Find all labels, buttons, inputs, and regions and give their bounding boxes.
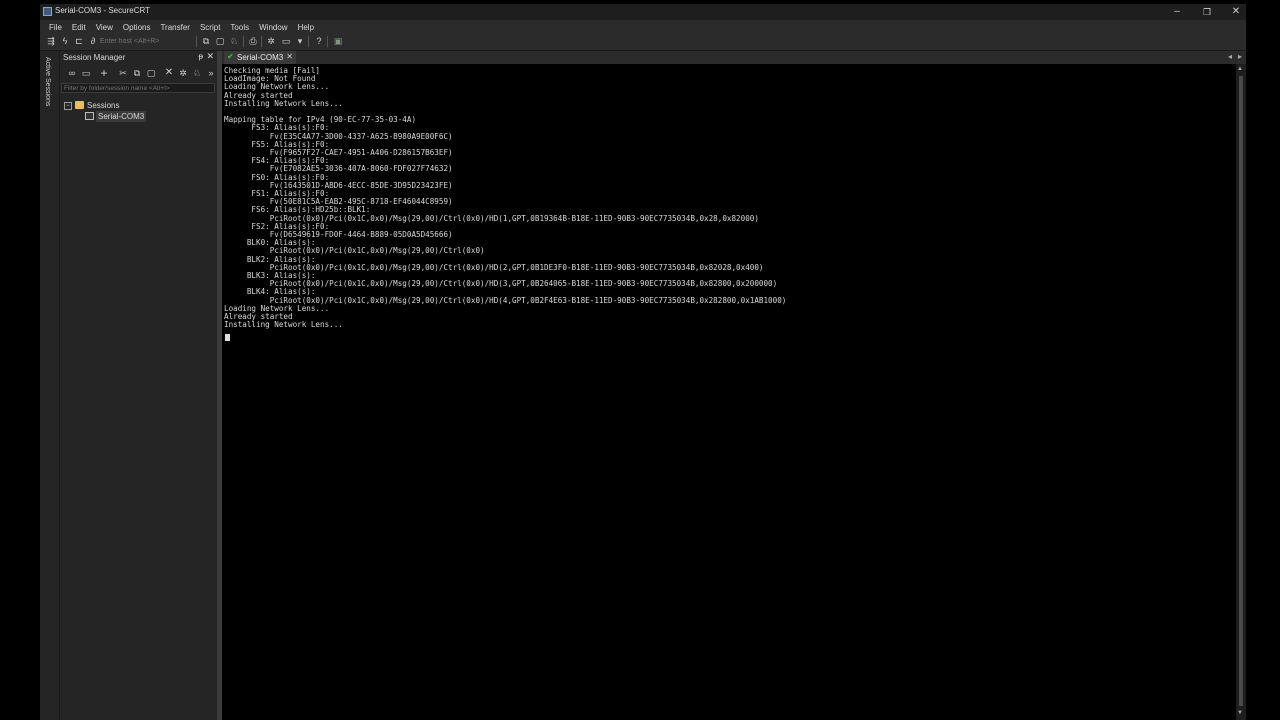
new-session-icon[interactable]: + bbox=[99, 67, 109, 79]
session-label: Serial-COM3 bbox=[96, 111, 147, 122]
terminal-cursor bbox=[225, 334, 230, 341]
session-manager-header: Session Manager ᵽ ✕ bbox=[60, 51, 217, 64]
session-manager-close-icon[interactable]: ✕ bbox=[206, 51, 214, 62]
folder-label: Sessions bbox=[87, 101, 120, 110]
tab-close-icon[interactable]: ✕ bbox=[286, 52, 293, 61]
main-toolbar: ⇶ ϟ ⊏ ∂ ⧉ ▢ ♘ ⎙ ✲ ▭ ▾ ? ▣ bbox=[40, 33, 1246, 51]
scroll-up-icon[interactable]: ▲ bbox=[1237, 66, 1243, 72]
menu-view[interactable]: View bbox=[91, 20, 118, 33]
close-button[interactable]: ✕ bbox=[1221, 4, 1251, 20]
tab-scroll-right-icon[interactable]: ▸ bbox=[1238, 52, 1242, 61]
menu-tools[interactable]: Tools bbox=[225, 20, 254, 33]
active-sessions-tab[interactable]: Active Sessions bbox=[44, 57, 51, 106]
menu-file[interactable]: File bbox=[40, 20, 67, 33]
session-icon bbox=[85, 112, 94, 120]
terminal-scrollbar[interactable]: ▲ ▼ bbox=[1236, 64, 1246, 720]
copy-icon[interactable]: ⧉ bbox=[201, 36, 211, 46]
scroll-down-icon[interactable]: ▼ bbox=[1237, 710, 1243, 716]
filter-icon[interactable]: ▾ bbox=[295, 36, 305, 46]
menu-help[interactable]: Help bbox=[293, 20, 319, 33]
print-icon[interactable]: ⎙ bbox=[248, 36, 258, 46]
terminal-line: Installing Network Lens... bbox=[224, 98, 343, 108]
terminal-line: Installing Network Lens... bbox=[224, 320, 343, 330]
menu-window[interactable]: Window bbox=[254, 20, 292, 33]
keymap-icon[interactable]: ▭ bbox=[281, 36, 291, 46]
terminal-view[interactable]: Checking media [Fail] LoadImage: Not Fou… bbox=[222, 64, 1236, 720]
menu-transfer[interactable]: Transfer bbox=[155, 20, 195, 33]
menu-options[interactable]: Options bbox=[118, 20, 156, 33]
menu-bar: File Edit View Options Transfer Script T… bbox=[40, 20, 1246, 33]
maximize-button[interactable]: ❐ bbox=[1192, 4, 1222, 20]
toolbar-separator bbox=[308, 36, 309, 47]
link-icon[interactable]: ∞ bbox=[67, 68, 77, 78]
menu-script[interactable]: Script bbox=[195, 20, 225, 33]
app-icon bbox=[43, 7, 52, 16]
more-icon[interactable]: » bbox=[206, 68, 216, 78]
quick-connect-icon[interactable]: ϟ bbox=[60, 36, 70, 46]
terminal-output: Checking media [Fail] LoadImage: Not Fou… bbox=[224, 66, 786, 330]
copy-session-icon[interactable]: ⧉ bbox=[132, 68, 142, 78]
connect-in-tab-icon[interactable]: ⊏ bbox=[74, 36, 84, 46]
toolbar-separator bbox=[243, 36, 244, 47]
tree-session-serial-com3[interactable]: Serial-COM3 bbox=[60, 111, 217, 122]
pin-icon[interactable]: ᵽ bbox=[199, 52, 203, 61]
connect-icon[interactable]: ⇶ bbox=[46, 36, 56, 46]
session-manager-title: Session Manager bbox=[63, 53, 126, 62]
toolbar-separator bbox=[196, 36, 197, 47]
session-filter-input[interactable] bbox=[61, 83, 215, 93]
toolbar-separator bbox=[327, 36, 328, 47]
toolbar-separator bbox=[261, 36, 262, 47]
delete-icon[interactable]: ✕ bbox=[164, 68, 174, 78]
securecrt-window: Serial-COM3 - SecureCRT – ❐ ✕ File Edit … bbox=[40, 4, 1246, 720]
host-input[interactable] bbox=[100, 36, 192, 46]
reconnect-icon[interactable]: ∂ bbox=[88, 36, 98, 46]
tab-scroll-left-icon[interactable]: ◂ bbox=[1228, 52, 1232, 61]
window-title: Serial-COM3 - SecureCRT bbox=[55, 6, 150, 15]
sftp-icon[interactable]: ▣ bbox=[333, 36, 343, 46]
session-manager-panel: Session Manager ᵽ ✕ ∞ ▭ + ✂ ⧉ ▢ ✕ ✲ ♘ » … bbox=[60, 51, 217, 720]
scroll-thumb[interactable] bbox=[1239, 76, 1243, 706]
minimize-button[interactable]: – bbox=[1162, 4, 1192, 20]
find-session-icon[interactable]: ♘ bbox=[192, 68, 202, 78]
paste-session-icon[interactable]: ▢ bbox=[146, 68, 156, 78]
cut-icon[interactable]: ✂ bbox=[118, 68, 128, 78]
tab-label: Serial-COM3 bbox=[237, 53, 284, 62]
active-sessions-strip: Active Sessions bbox=[40, 51, 60, 720]
connect-tab-icon[interactable]: ▭ bbox=[81, 68, 91, 78]
paste-icon[interactable]: ▢ bbox=[215, 36, 225, 46]
folder-icon bbox=[75, 101, 84, 109]
collapse-icon[interactable]: − bbox=[64, 102, 72, 110]
tree-folder-sessions[interactable]: − Sessions bbox=[60, 100, 217, 111]
help-icon[interactable]: ? bbox=[314, 36, 324, 46]
find-icon[interactable]: ♘ bbox=[229, 36, 239, 46]
menu-edit[interactable]: Edit bbox=[67, 20, 91, 33]
session-manager-toolbar: ∞ ▭ + ✂ ⧉ ▢ ✕ ✲ ♘ » bbox=[60, 65, 217, 81]
title-bar: Serial-COM3 - SecureCRT – ❐ ✕ bbox=[40, 4, 1246, 20]
tab-serial-com3[interactable]: ✔ Serial-COM3 ✕ bbox=[224, 51, 296, 64]
settings-icon[interactable]: ✲ bbox=[266, 36, 276, 46]
session-tab-bar: ✔ Serial-COM3 ✕ ◂ ▸ bbox=[222, 51, 1246, 64]
properties-icon[interactable]: ✲ bbox=[178, 68, 188, 78]
connected-check-icon: ✔ bbox=[227, 52, 234, 61]
